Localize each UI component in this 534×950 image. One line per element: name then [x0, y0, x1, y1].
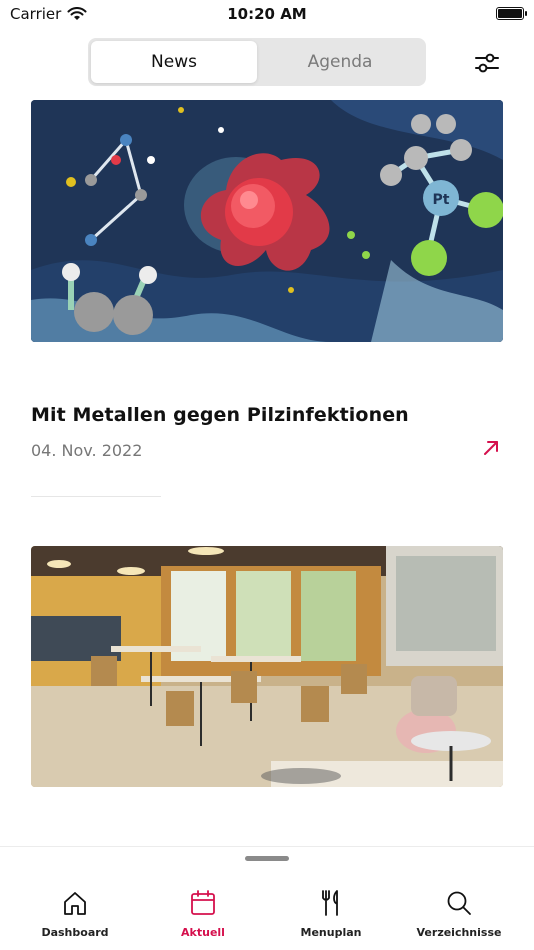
tab-verzeichnisse[interactable]: Verzeichnisse — [404, 888, 514, 939]
article-image-cafeteria[interactable] — [31, 546, 503, 787]
tab-dashboard-label: Dashboard — [41, 926, 109, 939]
fork-knife-icon — [322, 890, 338, 916]
tab-dashboard[interactable]: Dashboard — [20, 888, 130, 939]
external-link-arrow-icon[interactable] — [481, 438, 501, 458]
status-time: 10:20 AM — [227, 5, 307, 23]
status-bar: Carrier 10:20 AM — [0, 0, 534, 28]
drag-handle[interactable] — [245, 856, 289, 861]
tab-aktuell-label: Aktuell — [181, 926, 225, 939]
calendar-icon — [191, 890, 215, 915]
tab-aktuell[interactable]: Aktuell — [148, 888, 258, 939]
tab-menuplan-label: Menuplan — [300, 926, 362, 939]
article-title[interactable]: Mit Metallen gegen Pilzinfektionen — [31, 404, 409, 426]
article-divider — [31, 496, 161, 497]
news-agenda-switch: News Agenda — [88, 38, 426, 86]
search-icon — [447, 891, 471, 915]
molecule-illustration: Pt — [31, 100, 503, 342]
platinum-label: Pt — [433, 192, 450, 208]
tab-agenda[interactable]: Agenda — [257, 41, 423, 83]
article-image-fungal-cell[interactable]: Pt — [31, 100, 503, 342]
tab-menuplan[interactable]: Menuplan — [276, 888, 386, 939]
tab-news[interactable]: News — [91, 41, 257, 83]
article-date: 04. Nov. 2022 — [31, 441, 143, 460]
battery-icon — [496, 7, 527, 20]
filter-icon[interactable] — [472, 50, 502, 76]
cafeteria-photo — [31, 546, 503, 787]
tab-verzeichnisse-label: Verzeichnisse — [416, 926, 502, 939]
home-icon — [64, 892, 86, 915]
